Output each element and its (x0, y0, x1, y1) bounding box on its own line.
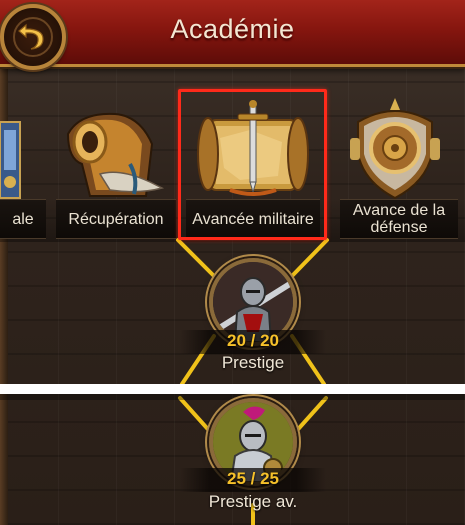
category-label-avance-defense[interactable]: Avance de la défense (340, 199, 458, 239)
category-icon-recuperation[interactable] (60, 104, 170, 202)
header-bar: Académie (0, 0, 465, 67)
node-progress-1: 20 / 20 (227, 331, 279, 350)
page-title: Académie (170, 14, 295, 44)
category-label-text: ale (12, 210, 34, 228)
connector-right-lower (290, 396, 328, 438)
category-icon-avance-defense[interactable] (340, 94, 450, 202)
category-label-recuperation[interactable]: Récupération (56, 199, 176, 239)
horn-icon (66, 112, 165, 197)
node-label-1: Prestige (221, 353, 285, 372)
connector-right-upper (290, 238, 329, 278)
screenshot-divider (0, 384, 465, 394)
divider-shadow (0, 394, 465, 400)
node-label-2: Prestige av. (208, 492, 298, 511)
back-arrow-icon (13, 17, 53, 57)
node-progress-2: 25 / 25 (227, 469, 279, 488)
scroll-blue-icon (0, 121, 21, 199)
category-label-text: Récupération (68, 210, 164, 228)
shield-icon (350, 98, 440, 200)
category-icon-partial[interactable] (0, 112, 22, 202)
connector-left-upper (176, 238, 216, 278)
category-label-text: Avance de la défense (352, 202, 446, 236)
back-button[interactable] (0, 4, 66, 70)
connector-left-lower (178, 396, 216, 438)
category-label-partial[interactable]: ale (0, 199, 46, 239)
selected-category-highlight (178, 89, 327, 240)
